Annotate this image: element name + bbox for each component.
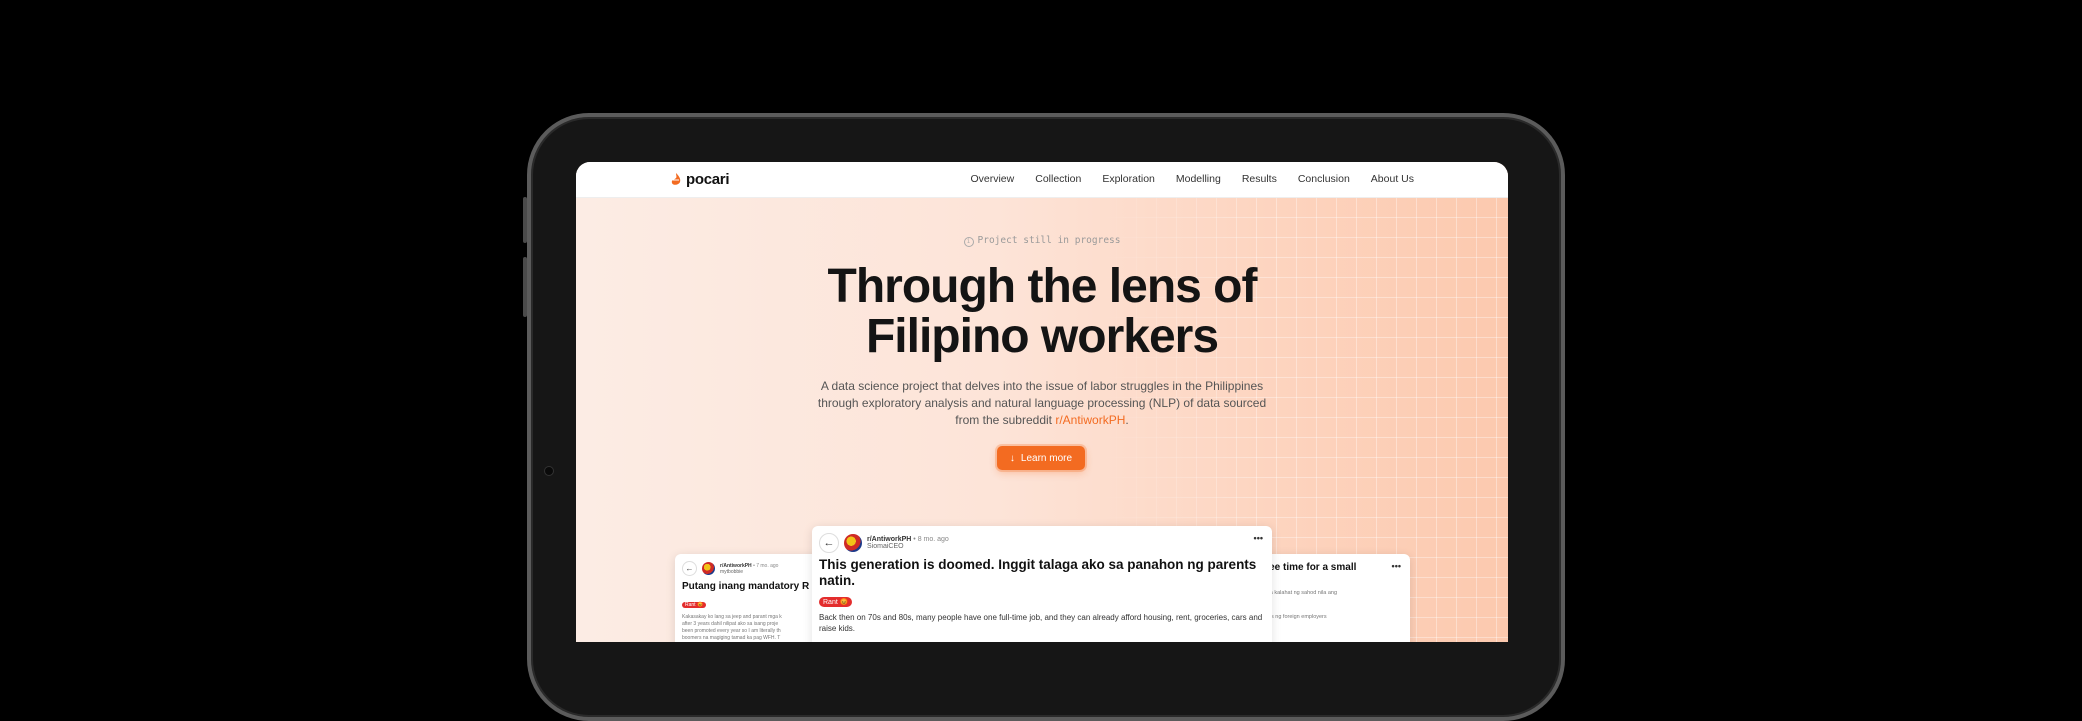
logo[interactable]: pocari: [670, 171, 730, 188]
learn-more-button[interactable]: ↓ Learn more: [997, 446, 1085, 470]
status-badge-text: Project still in progress: [977, 235, 1121, 246]
post-subreddit: r/AntiworkPH: [720, 562, 752, 569]
nav-links: Overview Collection Exploration Modellin…: [970, 173, 1414, 185]
nav-results[interactable]: Results: [1242, 173, 1277, 185]
page-title: Through the lens of Filipino workers: [576, 262, 1508, 362]
nav-about-us[interactable]: About Us: [1371, 173, 1414, 185]
subreddit-avatar: [844, 534, 862, 552]
back-arrow-icon[interactable]: ←: [682, 561, 697, 576]
logo-text: pocari: [686, 171, 730, 188]
nav-modelling[interactable]: Modelling: [1176, 173, 1221, 185]
post-meta: r/AntiworkPH • 7 mo. ago: [720, 563, 778, 569]
post-card-main[interactable]: ← r/AntiworkPH • 8 mo. ago SiomaiCEO •••…: [812, 526, 1272, 642]
nav-overview[interactable]: Overview: [970, 173, 1014, 185]
learn-more-label: Learn more: [1020, 452, 1073, 464]
more-options-icon[interactable]: •••: [1254, 533, 1263, 543]
info-icon: i: [963, 237, 974, 247]
back-arrow-icon[interactable]: ←: [819, 533, 839, 553]
tablet-side-button: [523, 197, 527, 243]
hero-description: A data science project that delves into …: [817, 379, 1267, 427]
post-meta: r/AntiworkPH • 8 mo. ago: [867, 536, 949, 543]
more-options-icon[interactable]: •••: [1392, 561, 1401, 571]
post-age: • 8 mo. ago: [913, 536, 949, 543]
post-subreddit: r/AntiworkPH: [867, 536, 912, 543]
post-header: ← r/AntiworkPH • 8 mo. ago SiomaiCEO •••: [812, 526, 1272, 553]
arrow-down-icon: ↓: [1009, 452, 1015, 464]
post-user: SiomaiCEO: [867, 543, 904, 550]
top-navbar: pocari Overview Collection Exploration M…: [576, 162, 1508, 198]
post-flair: Rant 😡: [682, 602, 707, 608]
tablet-screen: pocari Overview Collection Exploration M…: [576, 162, 1508, 642]
nav-exploration[interactable]: Exploration: [1102, 173, 1155, 185]
page-title-line-2: Filipino workers: [865, 310, 1219, 363]
post-body: Back then on 70s and 80s, many people ha…: [819, 613, 1263, 633]
post-age: • 7 mo. ago: [753, 562, 779, 569]
nav-conclusion[interactable]: Conclusion: [1298, 173, 1350, 185]
post-title: This generation is doomed. Inggit talaga…: [819, 557, 1257, 588]
post-user: mytbobbie: [720, 568, 744, 575]
nav-collection[interactable]: Collection: [1035, 173, 1081, 185]
status-badge: i Project still in progress: [576, 235, 1508, 247]
pocari-logo-icon: [671, 173, 681, 185]
subreddit-avatar: [702, 562, 715, 575]
camera-icon: [545, 467, 553, 475]
page-title-line-1: Through the lens of: [827, 260, 1258, 313]
hero-description-text: A data science project that delves into …: [817, 379, 1267, 427]
post-flair: Rant 😡: [819, 597, 853, 607]
subreddit-link[interactable]: r/AntiworkPH: [1055, 413, 1125, 427]
tablet-side-button: [523, 257, 527, 317]
